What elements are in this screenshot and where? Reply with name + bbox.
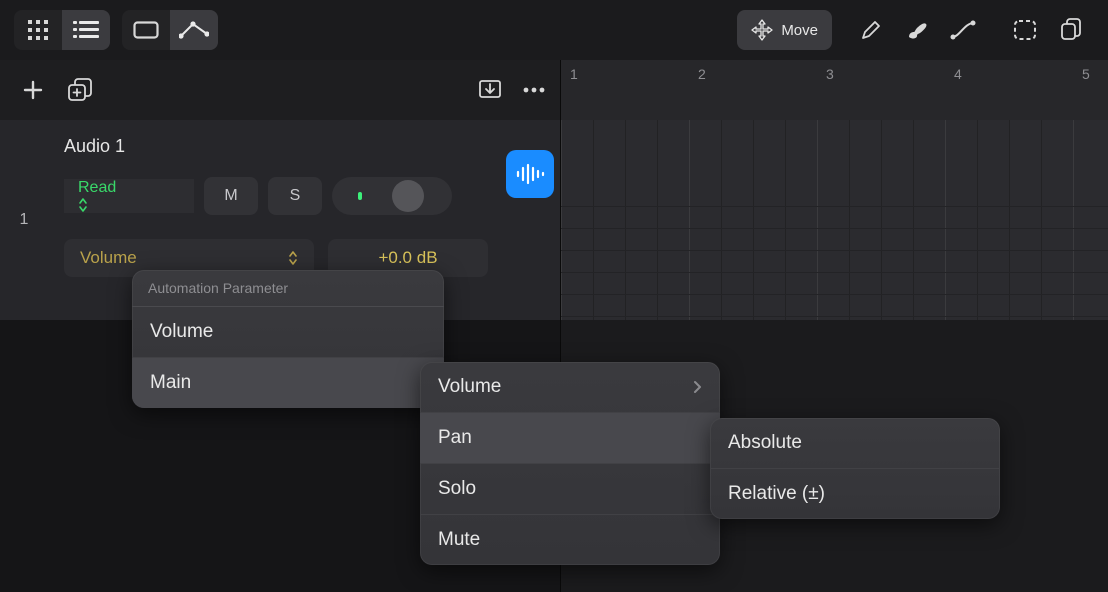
list-icon xyxy=(73,19,99,41)
marquee-tool-button[interactable] xyxy=(1002,10,1048,50)
box-icon xyxy=(133,20,159,40)
list-view-button[interactable] xyxy=(62,10,110,50)
view-mode-group xyxy=(14,10,110,50)
move-tool-label: Move xyxy=(781,22,818,39)
plus-icon xyxy=(22,79,44,101)
submenu-item-solo[interactable]: Solo xyxy=(420,463,720,514)
updown-caret-icon xyxy=(288,250,298,266)
automation-param-label: Volume xyxy=(80,248,137,268)
automation-mode-button[interactable] xyxy=(170,10,218,50)
ruler-label: 5 xyxy=(1082,66,1090,82)
track-name: Audio 1 xyxy=(64,136,546,157)
automation-curve-icon xyxy=(179,20,209,40)
solo-button[interactable]: S xyxy=(268,177,322,215)
curve-icon xyxy=(950,19,976,41)
chevron-right-icon xyxy=(692,379,702,395)
brush-icon xyxy=(905,19,929,41)
duplicate-track-button[interactable] xyxy=(68,70,94,110)
track-number: 1 xyxy=(0,120,48,320)
menu-header: Automation Parameter xyxy=(132,270,444,307)
main-submenu: Volume Pan Solo Mute xyxy=(420,362,720,565)
pan-option-absolute[interactable]: Absolute xyxy=(710,418,1000,468)
automation-mode-select[interactable]: Read xyxy=(64,179,194,213)
ruler-label: 3 xyxy=(826,66,834,82)
submenu-item-volume[interactable]: Volume xyxy=(420,362,720,412)
waveform-icon xyxy=(515,163,545,185)
grid-icon xyxy=(27,19,49,41)
track-list-header xyxy=(0,60,560,120)
edit-mode-group xyxy=(122,10,218,50)
submenu-item-mute[interactable]: Mute xyxy=(420,514,720,565)
menu-item-volume[interactable]: Volume xyxy=(132,307,444,357)
copy-icon xyxy=(1059,18,1083,42)
ruler-label: 4 xyxy=(954,66,962,82)
brush-tool-button[interactable] xyxy=(894,10,940,50)
marquee-icon xyxy=(1013,19,1037,41)
slider-knob[interactable] xyxy=(392,180,424,212)
add-track-button[interactable] xyxy=(22,70,44,110)
pencil-icon xyxy=(860,19,882,41)
time-ruler[interactable]: 1 2 3 4 5 xyxy=(560,60,1108,120)
submenu-item-pan[interactable]: Pan xyxy=(420,412,720,463)
duplicate-icon xyxy=(68,78,94,102)
curve-tool-button[interactable] xyxy=(940,10,986,50)
automation-parameter-menu: Automation Parameter Volume Main xyxy=(132,270,444,408)
more-button[interactable] xyxy=(522,70,546,110)
pan-submenu: Absolute Relative (±) xyxy=(710,418,1000,519)
region-mode-button[interactable] xyxy=(122,10,170,50)
grid-view-button[interactable] xyxy=(14,10,62,50)
level-indicator xyxy=(358,192,362,200)
menu-item-main[interactable]: Main xyxy=(132,357,444,408)
pan-option-relative[interactable]: Relative (±) xyxy=(710,468,1000,519)
catch-button[interactable] xyxy=(478,70,502,110)
mute-button[interactable]: M xyxy=(204,177,258,215)
automation-mode-label: Read xyxy=(78,179,116,196)
more-horizontal-icon xyxy=(522,86,546,94)
catch-download-icon xyxy=(478,79,502,101)
move-icon xyxy=(751,19,773,41)
volume-slider[interactable] xyxy=(332,177,452,215)
move-tool-button[interactable]: Move xyxy=(737,10,832,50)
copy-button[interactable] xyxy=(1048,10,1094,50)
ruler-label: 2 xyxy=(698,66,706,82)
ruler-label: 1 xyxy=(570,66,578,82)
pencil-tool-button[interactable] xyxy=(848,10,894,50)
track-type-audio-icon[interactable] xyxy=(506,150,554,198)
updown-caret-icon xyxy=(78,197,88,213)
automation-lane[interactable] xyxy=(561,120,1108,320)
